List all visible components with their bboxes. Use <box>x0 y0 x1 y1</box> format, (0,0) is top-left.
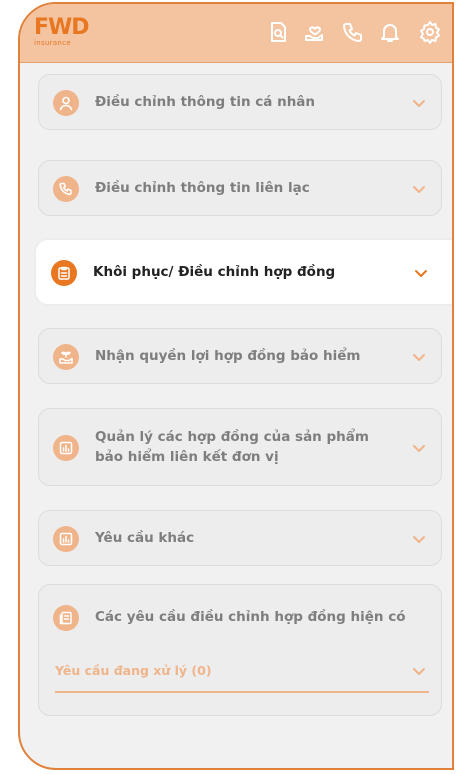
hand-sprout-icon <box>53 344 79 370</box>
gear-icon[interactable] <box>418 20 442 44</box>
chart-icon <box>53 526 79 552</box>
menu-item-receive-benefits[interactable]: Nhận quyền lợi hợp đồng bảo hiểm <box>38 328 442 384</box>
pending-requests-dropdown[interactable]: Yêu cầu đang xử lý (0) <box>55 655 429 693</box>
menu-item-label: Nhận quyền lợi hợp đồng bảo hiểm <box>95 348 361 364</box>
hand-heart-icon[interactable] <box>303 20 327 44</box>
menu-item-label: Điều chỉnh thông tin cá nhân <box>95 94 316 110</box>
chevron-down-icon <box>411 531 427 547</box>
menu-item-unit-linked-contracts[interactable]: Quản lý các hợp đồng của sản phẩm bảo hi… <box>38 408 442 486</box>
chart-icon <box>53 435 79 461</box>
existing-requests-title: Các yêu cầu điều chỉnh hợp đồng hiện có <box>95 609 406 625</box>
menu-list: Điều chỉnh thông tin cá nhân Điều chỉnh … <box>20 62 452 768</box>
documents-icon <box>53 605 79 631</box>
chevron-down-icon <box>411 440 427 456</box>
document-search-icon[interactable] <box>266 20 290 44</box>
menu-item-label: Khôi phục/ Điều chỉnh hợp đồng <box>93 264 336 280</box>
menu-item-label-line2: bảo hiểm liên kết đơn vị <box>95 449 279 465</box>
phone-icon[interactable] <box>341 20 365 44</box>
menu-item-other-requests[interactable]: Yêu cầu khác <box>38 510 442 566</box>
pending-requests-label: Yêu cầu đang xử lý (0) <box>55 663 212 678</box>
menu-item-label: Yêu cầu khác <box>95 530 195 546</box>
menu-item-label-line1: Quản lý các hợp đồng của sản phẩm <box>95 429 369 445</box>
chevron-down-icon <box>411 663 427 679</box>
menu-item-restore-contract[interactable]: Khôi phục/ Điều chỉnh hợp đồng <box>36 240 452 304</box>
chevron-down-icon <box>411 181 427 197</box>
logo-main-text: FWD <box>34 15 90 40</box>
logo-sub-text: insurance <box>34 39 71 47</box>
chevron-down-icon <box>411 95 427 111</box>
phone-frame: FWD insurance Điều chỉnh thông tin cá nh… <box>18 2 454 770</box>
existing-requests-panel: Các yêu cầu điều chỉnh hợp đồng hiện có … <box>38 584 442 716</box>
phone-icon <box>53 176 79 202</box>
fwd-logo[interactable]: FWD insurance <box>34 15 90 48</box>
menu-item-contact-info[interactable]: Điều chỉnh thông tin liên lạc <box>38 160 442 216</box>
app-header: FWD insurance <box>20 4 452 63</box>
chevron-down-icon <box>413 265 429 281</box>
user-icon <box>53 90 79 116</box>
chevron-down-icon <box>411 349 427 365</box>
bell-icon[interactable] <box>378 20 402 44</box>
menu-item-personal-info[interactable]: Điều chỉnh thông tin cá nhân <box>38 74 442 130</box>
menu-item-label: Điều chỉnh thông tin liên lạc <box>95 180 310 196</box>
clipboard-icon <box>51 260 77 286</box>
